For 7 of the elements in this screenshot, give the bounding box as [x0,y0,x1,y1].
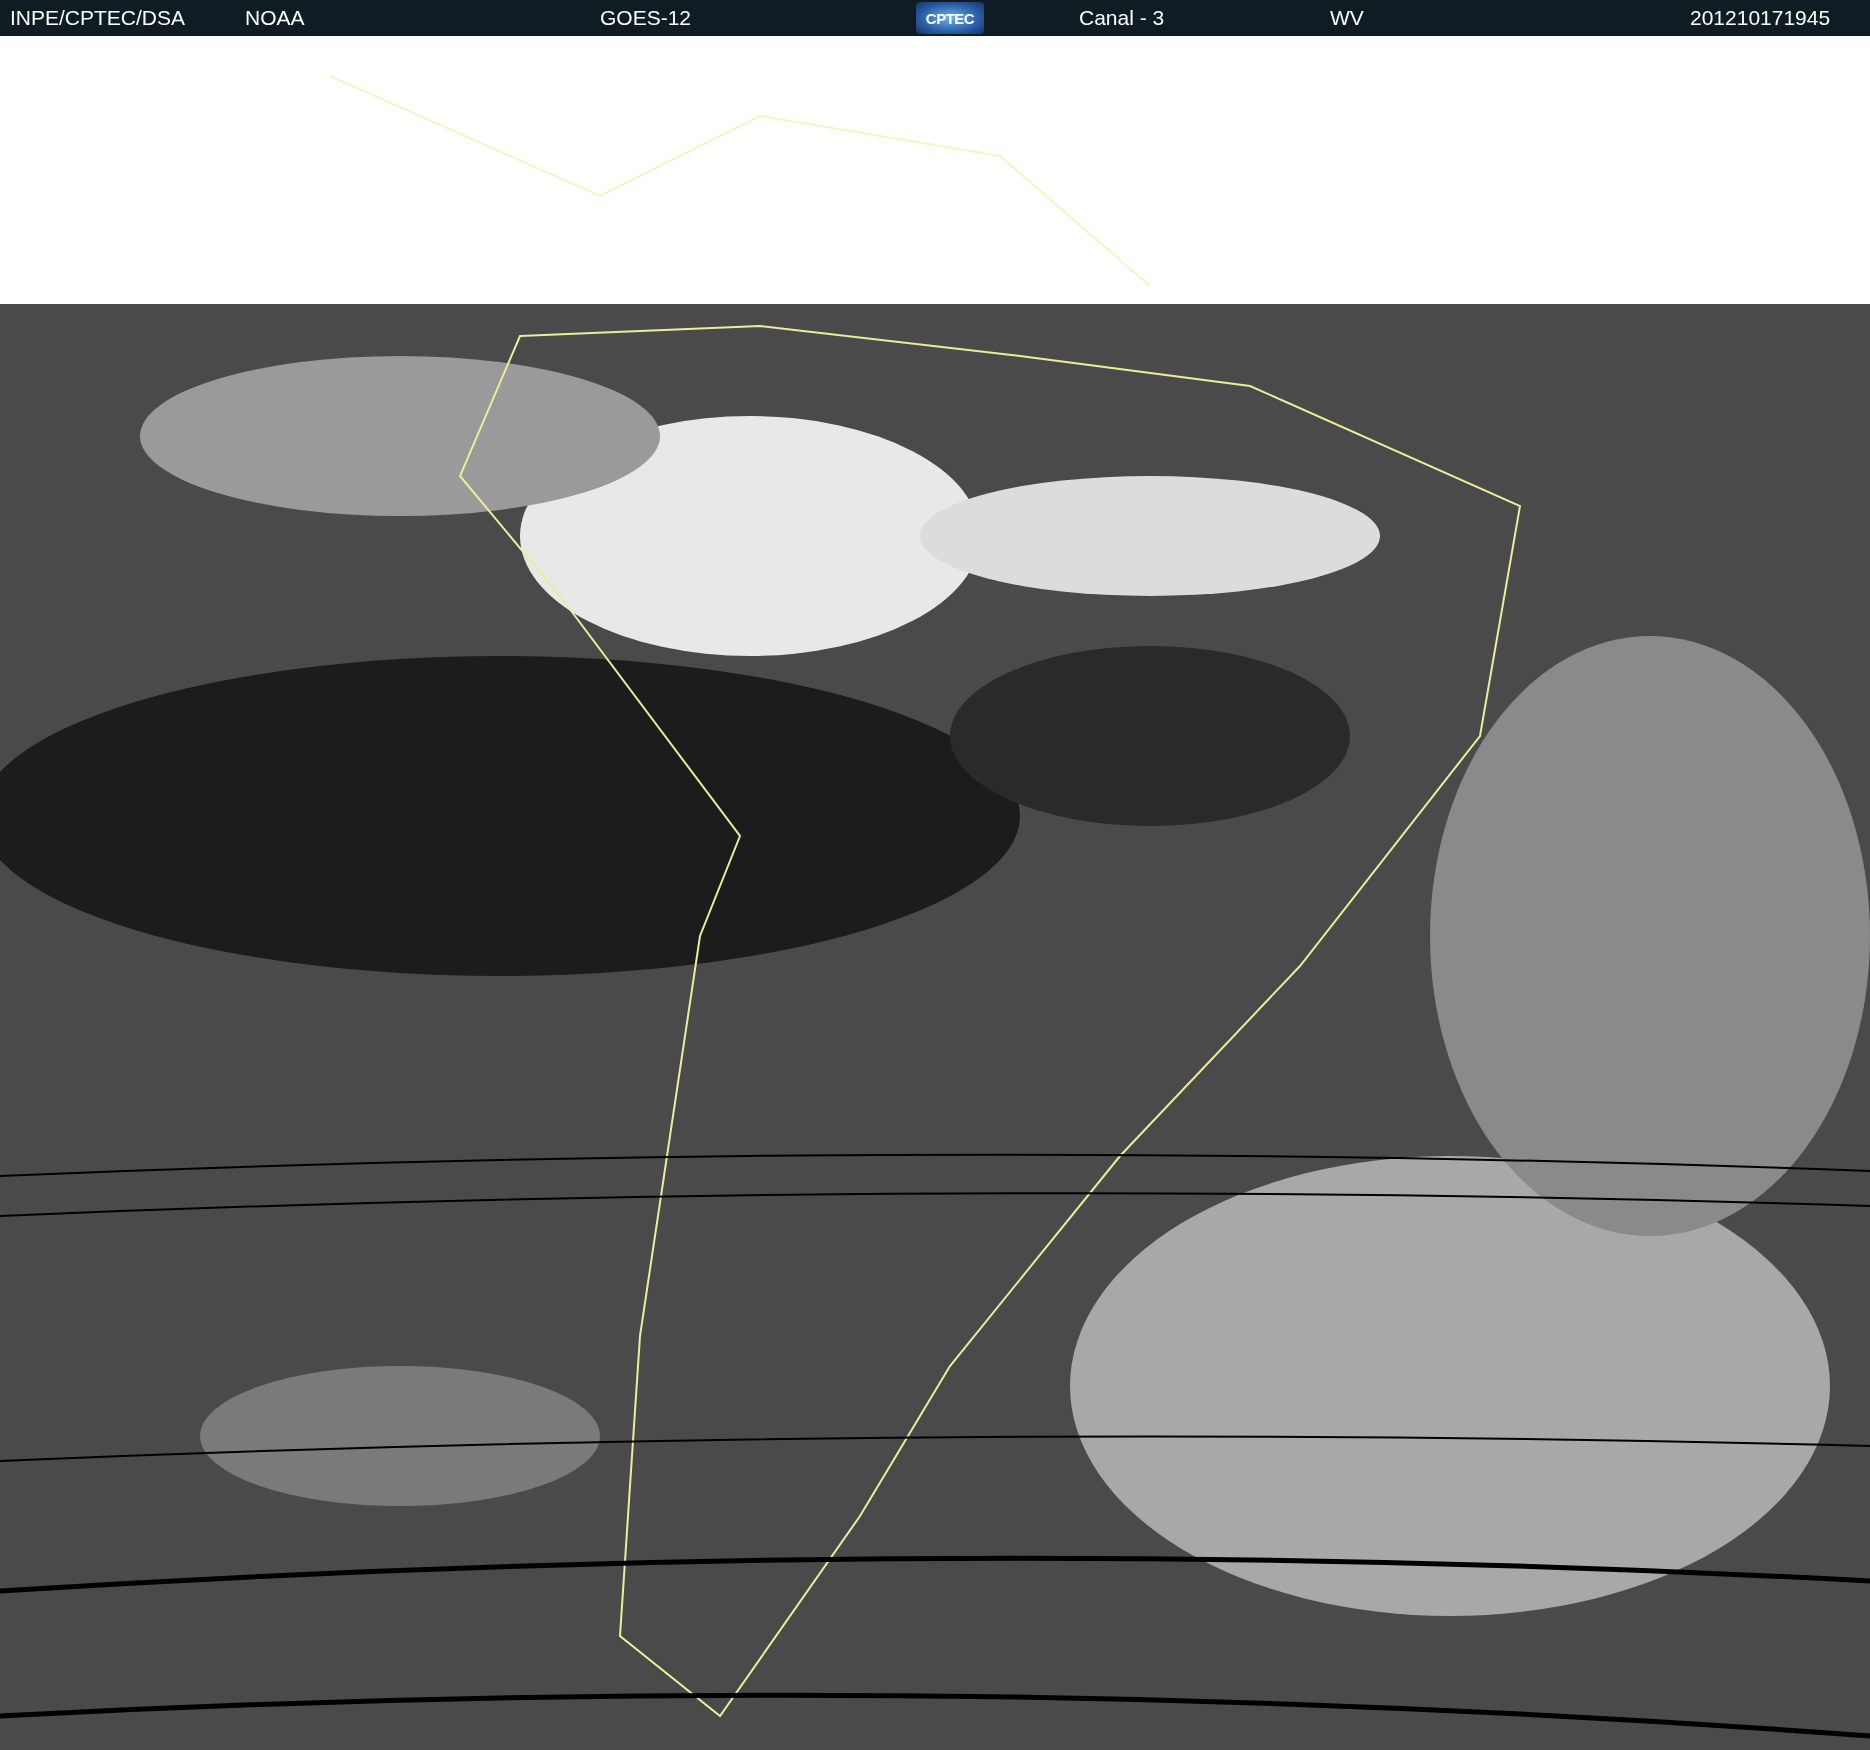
header-label: NOAA [245,6,305,30]
header-label: 201210171945 [1690,6,1831,30]
header-label: WV [1330,6,1364,30]
header-label: Canal - 3 [1079,6,1165,30]
logo: CPTEC [916,2,984,34]
header-label: GOES-12 [600,6,692,30]
header-label: INPE/CPTEC/DSA [10,6,186,30]
